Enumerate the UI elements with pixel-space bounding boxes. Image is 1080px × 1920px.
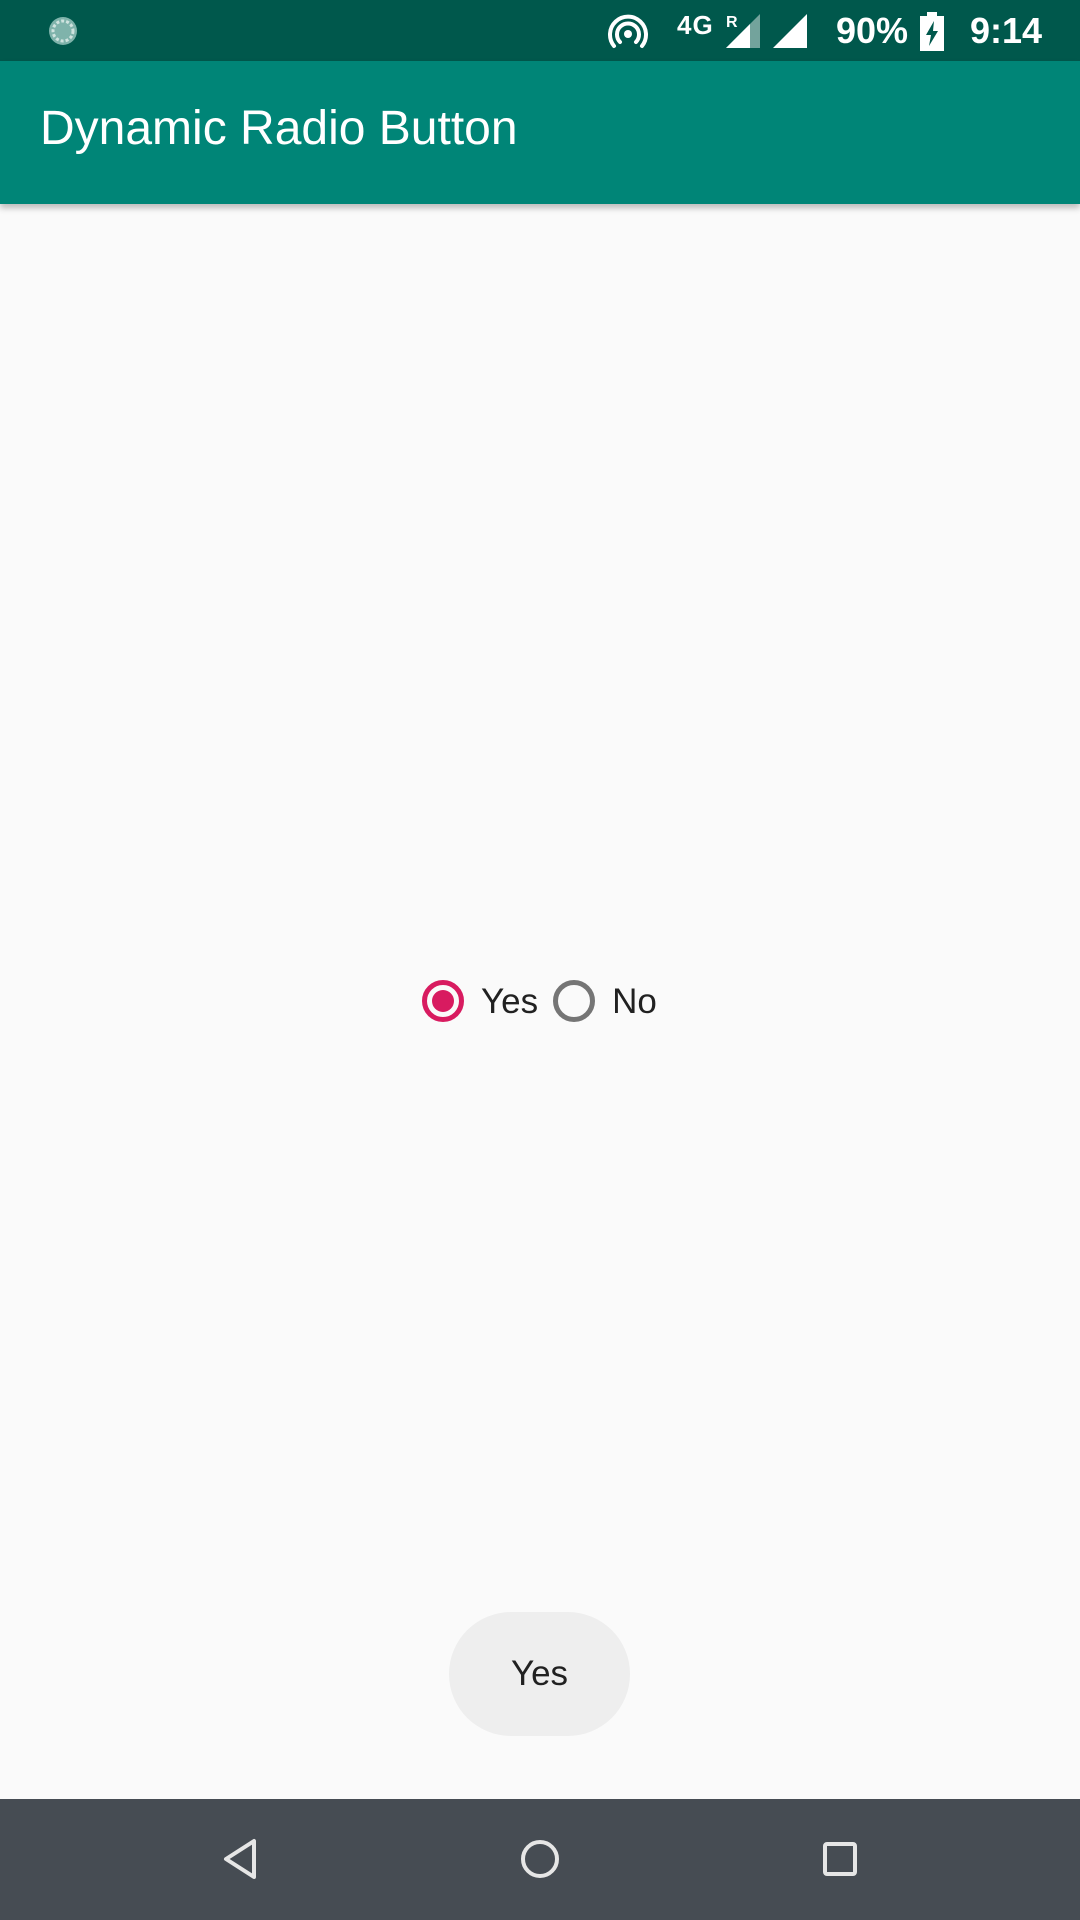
network-type-label: 4G <box>677 10 714 40</box>
battery-percent: 90% <box>836 10 909 51</box>
radio-dot <box>432 990 454 1012</box>
radio-group: Yes No <box>408 966 657 1036</box>
navigation-bar <box>0 1799 1080 1920</box>
toast-text: Yes <box>510 1654 569 1693</box>
radio-option-no[interactable]: No <box>538 980 657 1022</box>
back-icon <box>224 1839 256 1879</box>
battery-charging-icon <box>920 12 944 51</box>
signal-roaming-icon <box>726 14 760 48</box>
radio-label-yes: Yes <box>481 981 539 1021</box>
radio-label-no: No <box>612 981 657 1021</box>
toast: Yes <box>449 1612 630 1736</box>
home-button[interactable] <box>510 1829 570 1889</box>
radio-option-yes[interactable]: Yes <box>408 980 538 1022</box>
signal-icon <box>773 14 807 48</box>
radio-unchecked-icon[interactable] <box>553 980 596 1022</box>
app-title: Dynamic Radio Button <box>40 102 518 155</box>
hotspot-icon <box>608 14 648 48</box>
recents-icon <box>823 1842 857 1876</box>
radio-checked-icon[interactable] <box>422 980 464 1022</box>
home-icon <box>521 1840 559 1878</box>
back-button[interactable] <box>210 1829 270 1889</box>
status-bar: 4G R 90% 9:14 <box>0 0 1080 61</box>
screen: 4G R 90% 9:14 Dynamic Radio Button Yes N… <box>0 0 1080 1920</box>
app-sync-icon <box>49 17 77 45</box>
app-bar: Dynamic Radio Button <box>0 61 1080 204</box>
recents-button[interactable] <box>810 1829 870 1889</box>
clock: 9:14 <box>970 10 1043 51</box>
